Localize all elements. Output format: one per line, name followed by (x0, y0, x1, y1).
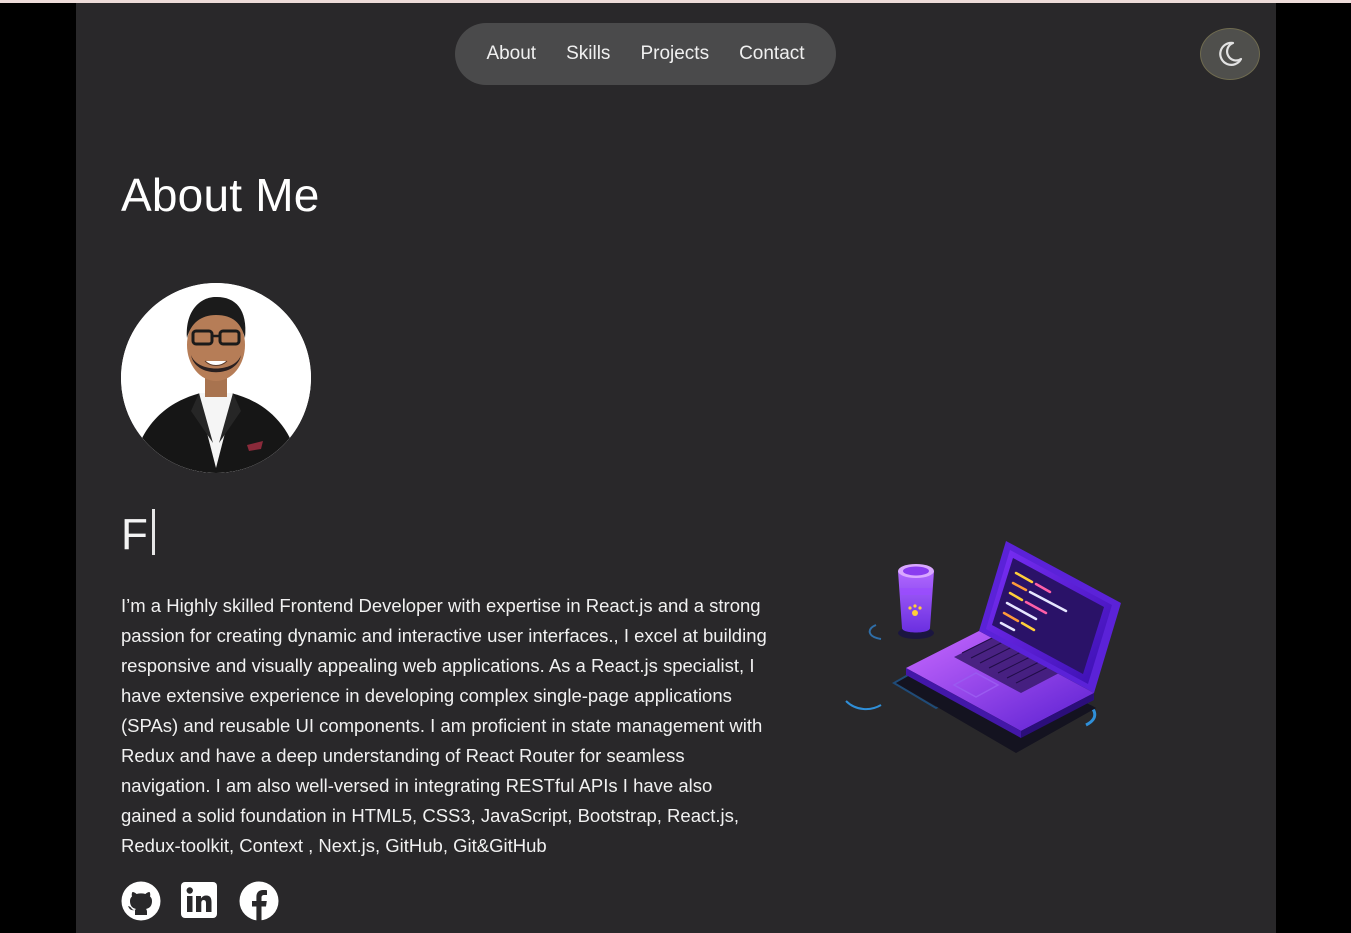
github-link[interactable] (121, 881, 161, 921)
facebook-link[interactable] (239, 881, 279, 921)
nav-link-about[interactable]: About (486, 43, 536, 65)
typing-cursor (151, 509, 155, 555)
main-nav: About Skills Projects Contact (455, 23, 836, 85)
moon-icon (1219, 41, 1243, 66)
profile-photo (121, 283, 311, 473)
section-title: About Me (121, 169, 320, 221)
social-links (121, 881, 279, 921)
laptop-coffee-illustration (845, 541, 1121, 753)
facebook-icon (239, 881, 279, 921)
nav-link-contact[interactable]: Contact (739, 43, 804, 65)
linkedin-link[interactable] (180, 881, 220, 921)
theme-toggle-button[interactable] (1200, 28, 1260, 80)
typewriter-heading: F (121, 508, 155, 562)
nav-link-skills[interactable]: Skills (566, 43, 610, 65)
bio-paragraph: I’m a Highly skilled Frontend Developer … (121, 595, 767, 856)
laptop-illustration (836, 533, 1136, 763)
profile-avatar (121, 283, 311, 473)
github-icon (121, 881, 161, 921)
typed-text: F (121, 510, 148, 559)
linkedin-icon (181, 882, 217, 918)
portfolio-page: About Skills Projects Contact About Me F… (76, 3, 1276, 933)
nav-link-projects[interactable]: Projects (640, 43, 709, 65)
